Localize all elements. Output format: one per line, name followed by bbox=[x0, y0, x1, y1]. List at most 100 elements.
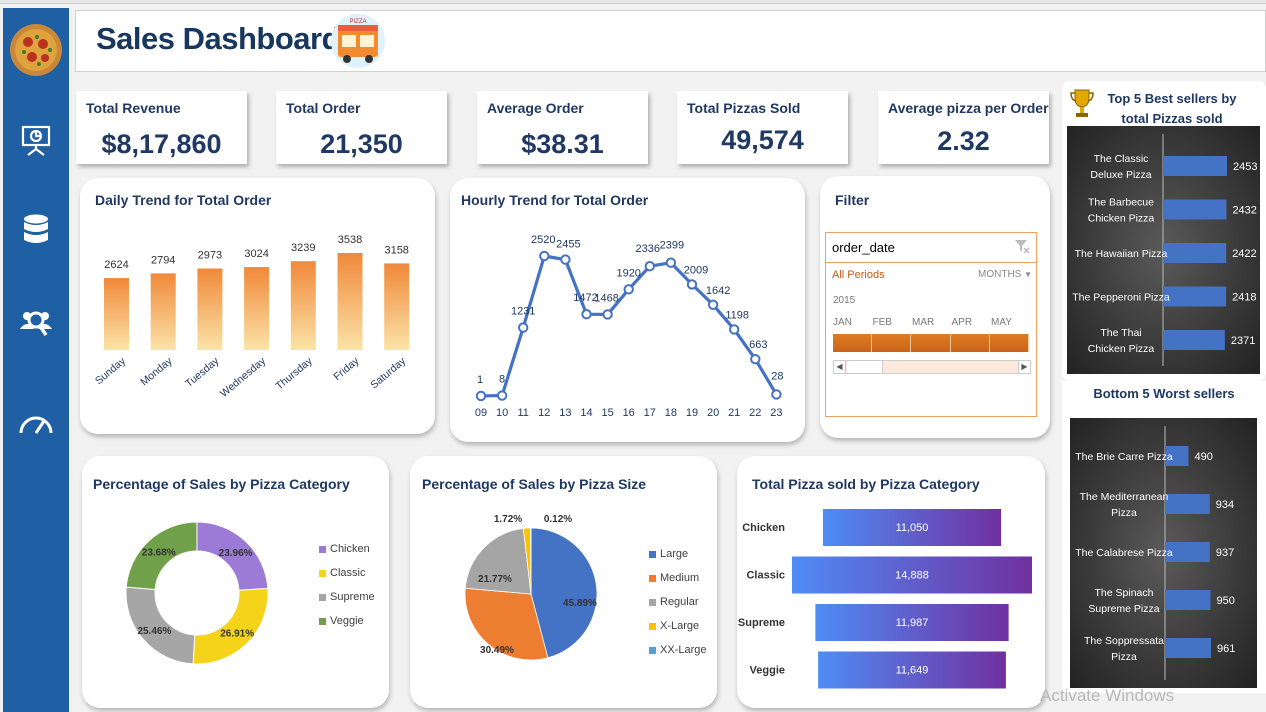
category-pie-card: Percentage of Sales by Pizza Category 23… bbox=[82, 456, 389, 708]
size-pie-card: Percentage of Sales by Pizza Size 45.89%… bbox=[410, 456, 717, 708]
kpi-total-order: Total Order 21,350 bbox=[276, 91, 447, 164]
y-tick-label: Chicken Pizza bbox=[1088, 343, 1155, 355]
x-tick-label: Friday bbox=[331, 355, 362, 383]
x-tick-label: Saturday bbox=[368, 355, 408, 392]
data-label: 14,888 bbox=[895, 570, 929, 582]
legend-label: Medium bbox=[660, 572, 700, 584]
y-tick-label: The Classic bbox=[1094, 153, 1149, 165]
y-tick-label: Supreme bbox=[738, 617, 785, 629]
panel-title: Filter bbox=[835, 192, 870, 208]
data-label: 8 bbox=[499, 374, 505, 386]
y-tick-label: Deluxe Pizza bbox=[1090, 169, 1151, 181]
data-label: 28 bbox=[771, 370, 783, 382]
data-label: 937 bbox=[1216, 547, 1234, 559]
kpi-value: $8,17,860 bbox=[101, 129, 222, 159]
month-bar[interactable] bbox=[950, 334, 990, 352]
legend-item: Veggie bbox=[319, 615, 364, 627]
legend-swatch bbox=[319, 593, 326, 601]
month-timeline[interactable] bbox=[833, 334, 1030, 352]
y-tick-label: The Pepperoni Pizza bbox=[1072, 292, 1170, 304]
daily-trend-card: Daily Trend for Total Order 2624 Sunday 27… bbox=[80, 178, 435, 434]
all-periods-label[interactable]: All Periods bbox=[832, 269, 885, 281]
x-tick-label: 13 bbox=[559, 407, 571, 419]
legend-label: Classic bbox=[330, 567, 366, 579]
presentation-icon[interactable] bbox=[12, 116, 60, 164]
data-label: 11,987 bbox=[896, 617, 929, 629]
kpi-value: $38.31 bbox=[521, 129, 604, 159]
data-label: 2009 bbox=[684, 264, 708, 276]
bar bbox=[1165, 590, 1211, 610]
month-bar[interactable] bbox=[833, 334, 873, 352]
users-search-icon[interactable] bbox=[12, 298, 60, 346]
legend-label: X-Large bbox=[660, 620, 700, 632]
bar bbox=[1163, 243, 1227, 263]
kpi-value: 21,350 bbox=[320, 129, 403, 159]
legend-label: Large bbox=[660, 548, 689, 560]
x-tick-label: 23 bbox=[770, 407, 782, 419]
y-tick-label: The Soppressata bbox=[1084, 635, 1164, 647]
legend-item: X-Large bbox=[649, 620, 699, 632]
x-tick-label: Sunday bbox=[93, 355, 129, 388]
sidebar bbox=[3, 8, 69, 712]
data-label: 3538 bbox=[338, 234, 362, 246]
month-bar[interactable] bbox=[989, 334, 1030, 352]
database-icon[interactable] bbox=[12, 206, 60, 254]
time-level-label: MONTHS bbox=[978, 269, 1022, 280]
x-tick-label: 12 bbox=[538, 407, 550, 419]
food-truck-icon: PIZZA bbox=[331, 14, 385, 68]
bar bbox=[104, 278, 129, 350]
data-point bbox=[686, 279, 698, 290]
x-tick-label: 21 bbox=[728, 407, 740, 419]
clear-filter-icon[interactable] bbox=[1014, 239, 1030, 255]
kpi-value: 49,574 bbox=[721, 125, 804, 155]
kpi-label: Average pizza per Order bbox=[888, 100, 1049, 116]
scroll-right-icon[interactable]: ▶ bbox=[1018, 361, 1030, 373]
data-label: 2371 bbox=[1231, 335, 1255, 347]
bar bbox=[290, 261, 316, 350]
legend-item: Medium bbox=[649, 572, 699, 584]
bar bbox=[384, 263, 410, 350]
scroll-left-icon[interactable]: ◀ bbox=[834, 361, 846, 373]
donut-slice bbox=[192, 587, 269, 665]
data-label: 1231 bbox=[511, 306, 535, 318]
category-donut-chart: 23.96% 26.91% 25.46% 23.68% bbox=[125, 521, 269, 665]
data-point bbox=[539, 250, 550, 262]
date-slicer: order_date All Periods MONTHS ▼ 2015 JAN… bbox=[825, 232, 1037, 417]
legend-swatch bbox=[319, 617, 326, 625]
data-label: 2455 bbox=[556, 239, 580, 251]
bar bbox=[1163, 286, 1227, 307]
data-label: 2973 bbox=[198, 249, 222, 261]
data-point bbox=[496, 390, 508, 401]
bar bbox=[1163, 156, 1227, 176]
legend-item: XX-Large bbox=[649, 644, 706, 656]
slicer-header: order_date bbox=[826, 233, 1036, 263]
data-label: 1468 bbox=[594, 292, 618, 304]
kpi-label: Average Order bbox=[487, 100, 584, 116]
bar bbox=[1163, 199, 1227, 220]
data-label: 1642 bbox=[706, 285, 730, 297]
time-level-dropdown[interactable]: MONTHS ▼ bbox=[978, 269, 1032, 280]
kpi-average-order: Average Order $38.31 bbox=[477, 91, 648, 164]
x-tick-label: Tuesday bbox=[183, 355, 222, 390]
data-label: 25.46% bbox=[137, 626, 171, 637]
top5-chart: 2453 The Classic Deluxe Pizza 2432 The Barbe… bbox=[1072, 134, 1257, 366]
legend-item: Large bbox=[649, 548, 688, 560]
y-tick-label: Veggie bbox=[750, 665, 785, 677]
x-tick-label: 15 bbox=[601, 407, 613, 419]
pizza-logo[interactable] bbox=[8, 22, 64, 78]
data-point bbox=[729, 324, 740, 335]
timeline-scrollbar[interactable]: ◀ ▶ bbox=[833, 360, 1031, 374]
speedometer-icon[interactable] bbox=[12, 398, 60, 446]
y-tick-label: The Hawaiian Pizza bbox=[1075, 248, 1168, 260]
month-bar[interactable] bbox=[911, 334, 951, 352]
y-tick-label: Supreme Pizza bbox=[1088, 603, 1159, 615]
month-bar[interactable] bbox=[872, 334, 912, 352]
kpi-value: 2.32 bbox=[937, 126, 990, 156]
data-label: 490 bbox=[1194, 451, 1212, 463]
data-point bbox=[475, 390, 487, 402]
top5-panel: 2453 The Classic Deluxe Pizza 2432 The Barbe… bbox=[1067, 126, 1260, 374]
scroll-thumb[interactable] bbox=[847, 361, 883, 373]
legend-swatch bbox=[649, 574, 656, 582]
bottom5-chart: 490 The Brie Carre Pizza 934 The Mediterran… bbox=[1075, 426, 1235, 680]
data-label: 30.49% bbox=[480, 645, 514, 656]
